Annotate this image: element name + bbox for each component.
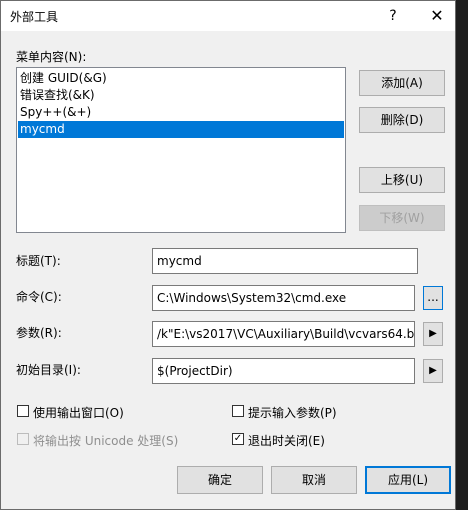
menu-contents-label: 菜单内容(N):: [16, 50, 87, 64]
arguments-label: 参数(R):: [16, 326, 62, 340]
title-input[interactable]: mycmd: [152, 248, 418, 274]
prompt-arguments-checkbox[interactable]: [232, 405, 244, 417]
initial-dir-input[interactable]: $(ProjectDir): [152, 358, 415, 384]
treat-unicode-checkbox[interactable]: [17, 433, 29, 445]
ok-button[interactable]: 确定: [177, 466, 263, 494]
command-label: 命令(C):: [16, 290, 62, 304]
move-up-button[interactable]: 上移(U): [359, 167, 445, 193]
arguments-menu-arrow-icon[interactable]: ▶: [423, 322, 443, 346]
window-title: 外部工具: [10, 10, 59, 24]
treat-unicode-label: 将输出按 Unicode 处理(S): [33, 434, 179, 448]
external-tools-dialog: 外部工具 ? ✕ 菜单内容(N): 创建 GUID(&G) 错误查找(&K) S…: [0, 0, 456, 510]
move-down-button[interactable]: 下移(W): [359, 205, 445, 231]
initial-dir-label: 初始目录(I):: [16, 363, 81, 377]
close-on-exit-checkbox[interactable]: ✓: [232, 433, 244, 445]
arguments-input[interactable]: /k"E:\vs2017\VC\Auxiliary\Build\vcvars64…: [152, 321, 415, 347]
close-on-exit-label: 退出时关闭(E): [248, 434, 325, 448]
help-button[interactable]: ?: [379, 5, 407, 27]
list-item[interactable]: 创建 GUID(&G): [18, 70, 344, 87]
list-item[interactable]: Spy++(&+): [18, 104, 344, 121]
apply-button[interactable]: 应用(L): [365, 466, 451, 494]
title-bar: 外部工具 ? ✕: [1, 1, 455, 31]
title-label: 标题(T):: [16, 254, 61, 268]
use-output-window-label: 使用输出窗口(O): [33, 406, 124, 420]
add-button[interactable]: 添加(A): [359, 70, 445, 96]
list-item[interactable]: 错误查找(&K): [18, 87, 344, 104]
close-button[interactable]: ✕: [423, 5, 451, 27]
cancel-button[interactable]: 取消: [271, 466, 357, 494]
list-item-selected[interactable]: mycmd: [18, 121, 344, 138]
command-input[interactable]: C:\Windows\System32\cmd.exe: [152, 285, 415, 311]
menu-contents-list[interactable]: 创建 GUID(&G) 错误查找(&K) Spy++(&+) mycmd: [16, 67, 346, 233]
use-output-window-checkbox[interactable]: [17, 405, 29, 417]
prompt-arguments-label: 提示输入参数(P): [248, 406, 337, 420]
initial-dir-menu-arrow-icon[interactable]: ▶: [423, 359, 443, 383]
browse-button[interactable]: ...: [423, 286, 443, 310]
delete-button[interactable]: 删除(D): [359, 107, 445, 133]
